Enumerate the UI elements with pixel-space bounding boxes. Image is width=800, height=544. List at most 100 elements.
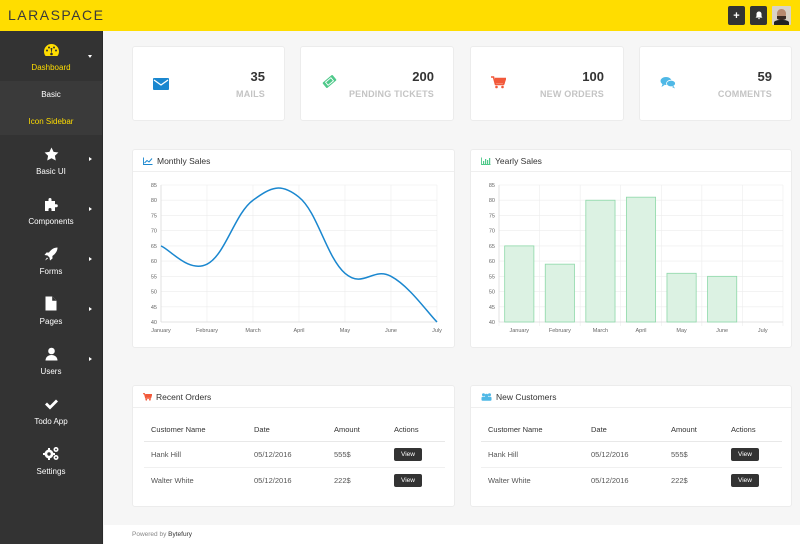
chevron-right-icon [89,307,92,311]
order-date: 05/12/2016 [247,441,327,468]
bar-chart-icon [481,157,491,165]
view-button[interactable]: View [394,447,422,461]
stat-value: 59 [757,69,772,84]
brand-logo[interactable]: LARASPACE [8,7,105,23]
sidebar-item-label: Users [40,366,62,376]
stat-value: 35 [250,69,265,84]
sidebar-item-label: Basic UI [36,166,66,176]
rocket-icon [44,245,58,263]
bar [666,272,697,323]
plus-icon: + [733,9,740,22]
y-tick-label: 55 [489,274,495,280]
column-header: Actions [387,418,445,442]
panel-title: Yearly Sales [495,155,542,166]
x-tick-label: February [549,328,571,334]
order-date: 05/12/2016 [584,441,664,468]
dashboard-icon [43,41,60,59]
y-tick-label: 65 [489,244,495,250]
recent-orders-table: Customer Name Date Amount Actions Hank H… [144,418,445,493]
x-tick-label: March [593,328,608,334]
y-tick-label: 45 [489,305,495,311]
sidebar-item-settings[interactable]: Settings [0,435,102,485]
sidebar-item-label: Pages [39,316,63,326]
x-tick-label: May [340,328,351,334]
sidebar-item-users[interactable]: Users [0,335,102,385]
customer-name: Walter White [488,475,531,485]
new-customers-panel: New Customers Customer Name Date Amount … [470,385,792,507]
chevron-down-icon [88,55,92,58]
x-tick-label: June [716,328,728,334]
y-tick-label: 40 [489,320,495,326]
stat-card-pending-tickets[interactable]: 200 PENDING TICKETS [300,46,454,121]
monthly-sales-panel: Monthly Sales 40 45 50 55 60 65 70 75 80 85 Januar… [132,149,455,348]
customer-name: Hank Hill [481,441,584,468]
bar [585,199,616,323]
y-tick-label: 65 [151,244,157,250]
users-icon [481,392,492,401]
sidebar-item-components[interactable]: Components [0,185,102,235]
sidebar-item-label: Components [28,216,74,226]
comments-icon [660,76,676,94]
panel-header: Monthly Sales [133,150,454,172]
stat-value: 100 [582,69,604,84]
sidebar-subitem-basic[interactable]: Basic [0,81,102,108]
user-avatar[interactable] [772,6,791,25]
order-amount: 222$ [334,475,351,485]
footer: Powered by Bytefury [104,525,800,544]
stat-card-new-orders[interactable]: 100 NEW ORDERS [470,46,624,121]
y-tick-label: 45 [151,305,157,311]
column-header: Date [584,418,664,442]
check-icon [44,395,58,413]
cart-icon [143,392,152,401]
y-tick-label: 70 [489,229,495,235]
stat-card-comments[interactable]: 59 COMMENTS [639,46,792,121]
y-tick-label: 75 [489,213,495,219]
stat-label: NEW ORDERS [539,89,604,99]
column-header: Amount [664,418,724,442]
view-button[interactable]: View [394,473,422,487]
sidebar-item-dashboard[interactable]: Dashboard [0,31,102,81]
sidebar-item-label: Settings [36,466,66,476]
ticket-icon [322,74,337,94]
bar [544,263,575,323]
user-icon [45,345,58,363]
line-chart-icon [143,157,153,165]
chevron-right-icon [89,257,92,261]
column-header: Amount [327,418,387,442]
panel-header: New Customers [471,386,791,408]
stat-card-mails[interactable]: 35 MAILS [132,46,285,121]
sidebar-subitem-icon-sidebar[interactable]: Icon Sidebar [0,108,102,135]
view-button[interactable]: View [731,447,759,461]
file-icon [45,295,57,313]
sidebar-item-basic-ui[interactable]: Basic UI [0,135,102,185]
x-tick-label: February [196,328,218,334]
chevron-right-icon [89,357,92,361]
column-header: Actions [724,418,782,442]
top-actions: + [728,6,791,25]
notifications-button[interactable] [750,6,767,25]
order-date: 05/12/2016 [254,475,292,485]
footer-brand-link[interactable]: Bytefury [168,531,192,538]
monthly-sales-chart: 40 45 50 55 60 65 70 75 80 85 January February March… [151,183,442,334]
panel-header: Yearly Sales [471,150,791,172]
sidebar-item-forms[interactable]: Forms [0,235,102,285]
table-row: Hank Hill 05/12/2016 555$ View [144,441,445,468]
y-tick-label: 85 [151,183,157,189]
yearly-sales-panel: Yearly Sales 40 45 50 55 60 65 70 75 80 85 January… [470,149,792,348]
add-button[interactable]: + [728,6,745,25]
yearly-sales-chart: 40 45 50 55 60 65 70 75 80 85 January February March… [489,183,784,334]
top-bar: LARASPACE + [0,0,800,31]
new-customers-table: Customer Name Date Amount Actions Hank H… [481,418,782,493]
bar [625,196,657,323]
stat-value: 200 [412,69,434,84]
chevron-right-icon [89,207,92,211]
sidebar-item-todo-app[interactable]: Todo App [0,385,102,435]
x-tick-label: March [245,328,260,334]
column-header: Customer Name [144,418,247,442]
customer-name: Hank Hill [144,441,247,468]
column-header: Date [247,418,327,442]
stat-label: PENDING TICKETS [348,89,434,99]
y-tick-label: 80 [151,198,157,204]
view-button[interactable]: View [731,473,759,487]
sidebar-item-pages[interactable]: Pages [0,285,102,335]
